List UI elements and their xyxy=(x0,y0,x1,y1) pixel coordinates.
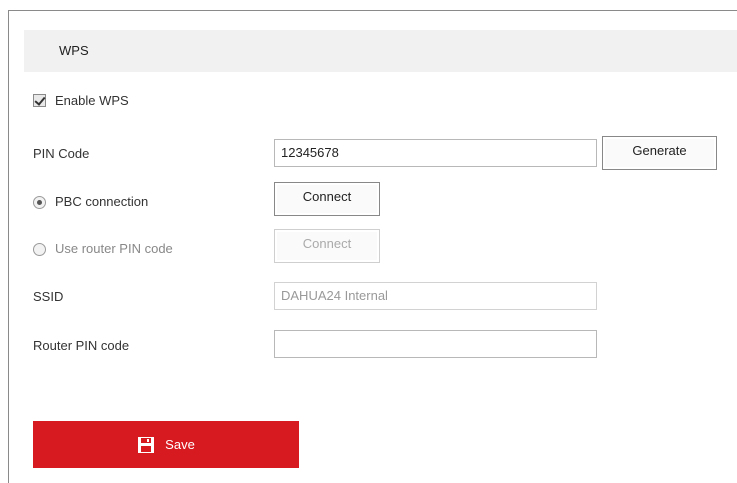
ssid-label: SSID xyxy=(33,289,64,304)
router-pin-connect-button[interactable]: Connect xyxy=(274,229,380,263)
save-icon xyxy=(137,436,155,454)
generate-button[interactable]: Generate xyxy=(602,136,717,170)
pin-code-field[interactable]: 12345678 xyxy=(274,139,597,167)
router-pin-code-field[interactable] xyxy=(274,330,597,358)
enable-wps-checkbox[interactable] xyxy=(33,94,46,107)
section-header: WPS xyxy=(24,30,737,72)
pin-code-label: PIN Code xyxy=(33,146,90,161)
save-button[interactable]: Save xyxy=(33,421,299,468)
section-title: WPS xyxy=(59,43,89,58)
save-label: Save xyxy=(165,437,195,452)
pbc-connection-label: PBC connection xyxy=(55,194,149,209)
router-pin-radio[interactable] xyxy=(33,243,46,256)
pbc-connection-radio[interactable] xyxy=(33,196,46,209)
router-pin-label: Use router PIN code xyxy=(55,241,173,256)
router-pin-code-label: Router PIN code xyxy=(33,338,130,353)
pbc-connect-button[interactable]: Connect xyxy=(274,182,380,216)
enable-wps-label: Enable WPS xyxy=(55,93,129,108)
ssid-field[interactable]: DAHUA24 Internal xyxy=(274,282,597,310)
